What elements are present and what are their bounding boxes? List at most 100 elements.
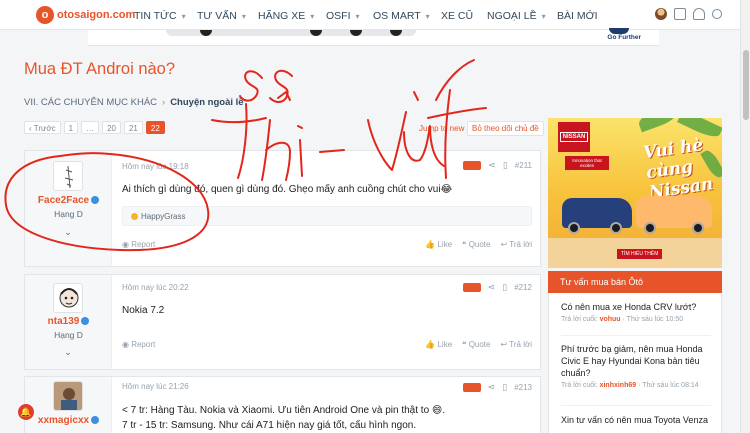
username[interactable]: nta139 [25, 316, 112, 327]
pager-prev-button[interactable]: ‹ Trước [24, 121, 61, 134]
flag-icon[interactable] [462, 383, 481, 392]
nav-item-bai-moi[interactable]: BÀI MỚI [557, 10, 598, 22]
user-rank: Hạng D [54, 209, 83, 219]
sidebar-thread[interactable]: Xin tư vấn có nên mua Toyota Venza [561, 414, 719, 426]
bookmark-icon[interactable]: ▯ [502, 382, 507, 393]
thread-title[interactable]: Có nên mua xe Honda CRV lướt? [561, 301, 719, 313]
pager-page-current[interactable]: 22 [145, 121, 165, 134]
post-user-panel: xxmagicxx [25, 377, 112, 433]
pager-page-1[interactable]: 1 [63, 121, 79, 134]
flag-icon[interactable] [463, 161, 482, 170]
like-button[interactable]: 👍 Like [425, 340, 452, 349]
avatar[interactable] [53, 283, 83, 313]
nav-item-hang-xe[interactable]: HÃNG XE ▾ [258, 10, 314, 22]
sidebar-thread[interactable]: Phí trước bạ giảm, nên mua Honda Civic E… [561, 343, 719, 389]
post-body: Nokia 7.2 [122, 305, 165, 316]
sidebar-thread[interactable]: Có nên mua xe Honda CRV lướt? Trả lời cu… [561, 301, 719, 323]
scrollbar-thumb[interactable] [743, 50, 749, 120]
divider [561, 405, 711, 406]
annotation-stroke [435, 59, 475, 101]
post-tools: ⋖ ▯ #211 [463, 160, 532, 171]
thread-last-user[interactable]: xinhxinh69 [600, 382, 637, 389]
ad-wheel [568, 222, 580, 234]
share-icon[interactable]: ⋖ [488, 382, 496, 393]
thread-last-user[interactable]: vohuu [600, 316, 621, 323]
reply-button[interactable]: ↩ Trả lời [500, 240, 532, 249]
post-user-panel: Face2Face Hạng D ⌄ [25, 151, 112, 266]
breadcrumb-separator-icon: › [162, 97, 166, 108]
post-211: Face2Face Hạng D ⌄ Hôm nay lúc 19:18 ⋖ ▯… [24, 150, 541, 267]
username[interactable]: Face2Face [25, 195, 112, 206]
avatar-sketch-image [64, 165, 74, 189]
nav-item-os-mart[interactable]: OS MART ▾ [373, 10, 430, 22]
username[interactable]: xxmagicxx [25, 415, 112, 426]
chevron-down-icon: ▾ [181, 12, 186, 21]
chevron-down-icon[interactable]: ⌄ [63, 347, 73, 357]
breadcrumb-current[interactable]: Chuyện ngoài lề [170, 97, 243, 108]
reply-button[interactable]: ↩ Trả lời [500, 340, 532, 349]
post-tools: ⋖ ▯ #212 [462, 282, 532, 293]
jump-to-new-link[interactable]: Jump to new [419, 124, 464, 133]
thread-title[interactable]: Phí trước bạ giảm, nên mua Honda Civic E… [561, 343, 719, 379]
quote-button[interactable]: ❝ Quote [462, 340, 490, 349]
search-icon[interactable] [712, 9, 722, 19]
page-title: Mua ĐT Androi nào? [24, 60, 176, 78]
post-time[interactable]: Hôm nay lúc 20:22 [122, 283, 189, 292]
page-scrollbar[interactable] [740, 0, 750, 433]
unfollow-thread-button[interactable]: Bỏ theo dõi chủ đề [467, 121, 544, 136]
avatar[interactable] [53, 381, 83, 411]
reaction-bar[interactable]: HappyGrass [122, 206, 532, 226]
nav-item-tin-tuc[interactable]: TIN TỨC ▾ [134, 10, 186, 22]
nissan-ad-banner[interactable]: NISSAN Innovation that excites Vui hè cù… [548, 118, 722, 268]
verified-icon [91, 416, 100, 425]
post-number[interactable]: #213 [514, 383, 532, 392]
thread-meta: Trả lời cuối: xinhxinh69 · Thứ sáu lúc 0… [561, 382, 699, 389]
share-icon[interactable]: ⋖ [488, 282, 496, 293]
post-time[interactable]: Hôm nay lúc 21:26 [122, 382, 189, 391]
chevron-down-icon[interactable]: ⌄ [63, 227, 73, 237]
bell-icon[interactable] [693, 8, 705, 20]
mail-icon[interactable] [674, 8, 686, 20]
pager-page-20[interactable]: 20 [102, 121, 121, 134]
share-icon[interactable]: ⋖ [488, 160, 496, 171]
bookmark-icon[interactable]: ▯ [503, 160, 508, 171]
report-button[interactable]: ◉ Report [122, 340, 155, 349]
nav-item-tu-van[interactable]: TƯ VẤN ▾ [197, 10, 246, 22]
flag-icon[interactable] [462, 283, 481, 292]
pager-page-21[interactable]: 21 [123, 121, 143, 134]
avatar[interactable] [53, 161, 83, 191]
top-ad-banner[interactable]: Go Further [88, 28, 659, 46]
nav-item-osfi[interactable]: OSFI ▾ [326, 10, 360, 22]
post-time[interactable]: Hôm nay lúc 19:18 [122, 162, 189, 171]
thread-meta: Trả lời cuối: vohuu · Thứ sáu lúc 10:50 [561, 316, 684, 323]
annotation-stroke [427, 107, 487, 119]
logo-mark-icon: o [36, 6, 54, 24]
breadcrumb-parent[interactable]: VII. CÁC CHUYÊN MỤC KHÁC [24, 97, 157, 108]
user-avatar-icon[interactable] [655, 8, 667, 20]
chevron-down-icon: ▾ [310, 12, 315, 21]
sidebar-thread-list: Có nên mua xe Honda CRV lướt? Trả lời cu… [548, 293, 722, 433]
floating-notification-button[interactable]: 🔔 [18, 404, 34, 420]
bookmark-icon[interactable]: ▯ [502, 282, 507, 293]
post-number[interactable]: #212 [514, 283, 532, 292]
report-button[interactable]: ◉ Report [122, 240, 155, 249]
post-number[interactable]: #211 [515, 161, 532, 170]
nav-item-xe-cu[interactable]: XE CŨ [441, 10, 473, 22]
sidebar-box-title[interactable]: Tư vấn mua bán Ôtô [548, 271, 722, 293]
pager-ellipsis[interactable]: … [81, 121, 100, 134]
verified-icon [91, 196, 100, 205]
banner-brand-text: Go Further [607, 34, 641, 41]
site-logo[interactable]: o otosaigon.com [36, 6, 135, 24]
nav-item-ngoai-le[interactable]: NGOẠI LỀ ▾ [487, 10, 546, 22]
ad-cta-button[interactable]: TÌM HIỂU THÊM [617, 249, 663, 259]
thread-title[interactable]: Xin tư vấn có nên mua Toyota Venza [561, 414, 719, 426]
divider [561, 335, 711, 336]
annotation-stroke [211, 117, 267, 124]
quote-button[interactable]: ❝ Quote [462, 240, 490, 249]
ad-headline: Vui hè cùng Nissan [642, 135, 715, 203]
post-body-line: < 7 tr: Hàng Tàu. Nokia và Xiaomi. Ưu ti… [122, 405, 446, 416]
post-body-line: 7 tr - 15 tr: Samsung. Như cái A71 hiện … [122, 420, 417, 431]
like-button[interactable]: 👍 Like [425, 240, 452, 249]
post-213: xxmagicxx Hôm nay lúc 21:26 ⋖ ▯ #213 < 7… [24, 376, 541, 433]
post-footer: ◉ Report 👍 Like ❝ Quote ↩ Trả lời [122, 240, 532, 252]
